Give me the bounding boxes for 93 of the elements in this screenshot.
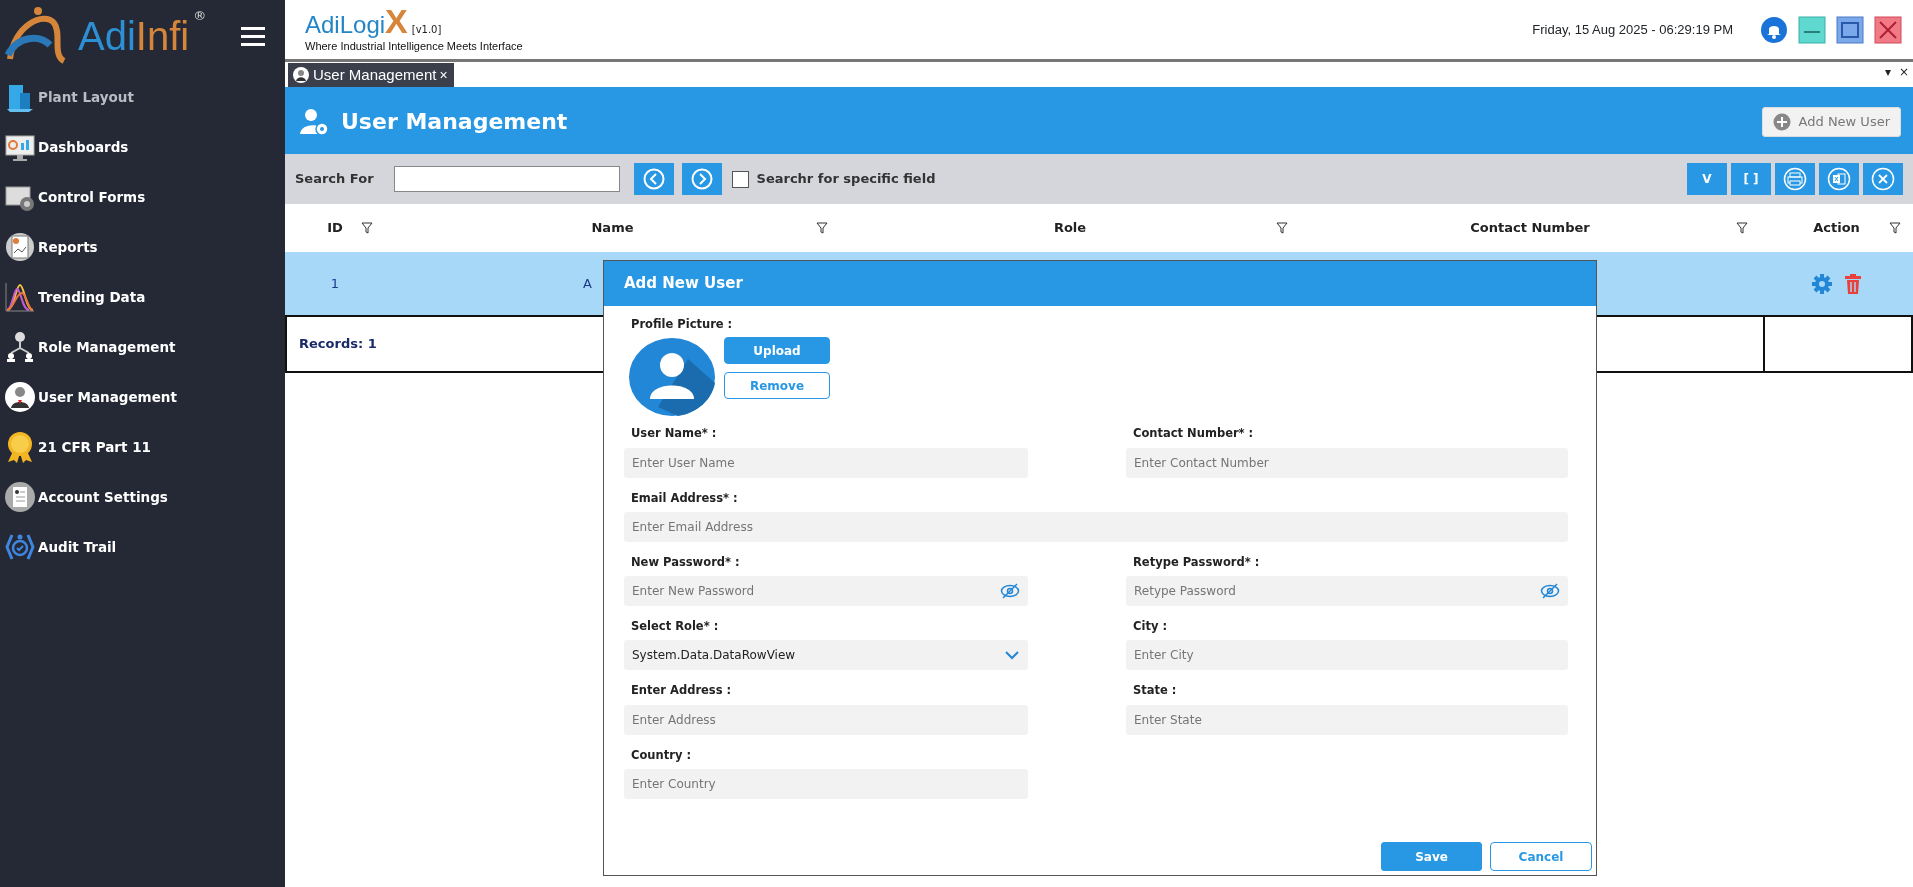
sidebar-item[interactable]: Role Management — [0, 322, 285, 372]
column-header: Action — [1813, 219, 1860, 238]
tagline: Where Industrial Intelligence Meets Interface — [305, 39, 523, 55]
filter-icon[interactable] — [816, 222, 828, 234]
menu-icon — [239, 25, 267, 47]
field-label: Enter Address : — [631, 682, 733, 700]
person-icon — [292, 66, 310, 84]
checkbox-label: Searchr for specific field — [756, 170, 936, 189]
eye-slash-icon[interactable] — [1540, 582, 1560, 600]
person-icon — [4, 381, 36, 413]
chevron-down-icon — [1004, 650, 1020, 661]
printer-icon — [1783, 167, 1807, 191]
field-label: Email Address* : — [631, 489, 739, 507]
app-name: AdiLogiX — [305, 11, 408, 39]
print-button[interactable] — [1775, 163, 1815, 195]
column-header: Name — [591, 219, 634, 238]
page-title: User Management — [341, 108, 568, 136]
filter-icon[interactable] — [1736, 222, 1748, 234]
notification-button[interactable] — [1759, 14, 1789, 45]
input-field[interactable]: Enter Contact Number — [1126, 447, 1568, 478]
field-label: Retype Password* : — [1133, 553, 1261, 571]
report-icon — [4, 231, 36, 263]
input-field[interactable]: Enter City — [1126, 640, 1568, 671]
filter-icon[interactable] — [361, 222, 373, 234]
add-new-user-button[interactable]: Add New User — [1761, 106, 1901, 137]
bell-icon — [1760, 15, 1788, 44]
maximize-icon — [1836, 15, 1864, 44]
column-header: ID — [327, 219, 343, 238]
hierarchy-icon — [4, 331, 36, 363]
field-label: New Password* : — [631, 553, 741, 571]
search-label: Search For — [295, 170, 374, 189]
filter-icon[interactable] — [1889, 222, 1901, 234]
input-field[interactable]: Enter State — [1126, 704, 1568, 735]
column-header: Contact Number — [1470, 219, 1590, 238]
minimize-button[interactable] — [1797, 14, 1827, 45]
field-label: City : — [1133, 618, 1168, 635]
input-field[interactable]: Enter Email Address — [624, 511, 1568, 542]
field-label: User Name* : — [631, 425, 718, 443]
filter-icon[interactable] — [1276, 222, 1288, 234]
input-field[interactable]: Enter User Name — [624, 447, 1028, 478]
field-label: Select Role* : — [631, 618, 720, 635]
sidebar-item[interactable]: Control Forms — [0, 172, 285, 222]
close-icon — [1871, 167, 1895, 191]
dialog-title: Add New User — [604, 261, 1596, 306]
user-gear-icon — [299, 107, 329, 136]
password-field[interactable]: Enter New Password — [624, 576, 1028, 606]
field-label: Contact Number* : — [1133, 425, 1255, 443]
sidebar-item[interactable]: Audit Trail — [0, 522, 285, 572]
table-cell-text: 1 — [329, 274, 341, 293]
menu-button[interactable] — [239, 25, 267, 47]
spreadsheet-icon — [1827, 167, 1851, 191]
dropdown-button[interactable]: ▾ — [1880, 63, 1895, 81]
close-button[interactable]: × — [1894, 63, 1913, 81]
logo-text: AdiInfi — [78, 16, 190, 56]
trash-icon[interactable] — [1842, 272, 1863, 295]
maximize-button[interactable] — [1835, 14, 1865, 45]
sidebar-item[interactable]: Account Settings — [0, 472, 285, 522]
document-icon — [4, 481, 36, 513]
field-label: Profile Picture : — [631, 316, 734, 333]
date-time: Friday, 15 Aug 2025 - 06:29:19 PM — [1532, 20, 1733, 39]
version-label: [v1.0] — [411, 24, 442, 36]
sidebar-item[interactable]: Dashboards — [0, 122, 285, 172]
input-field[interactable]: Enter Country — [624, 768, 1028, 799]
password-field[interactable]: Retype Password — [1126, 576, 1568, 606]
close-button[interactable] — [1873, 14, 1903, 45]
sidebar-item[interactable]: 21 CFR Part 11 — [0, 422, 285, 472]
registered-mark: ® — [193, 7, 207, 25]
column-header: Role — [1053, 219, 1087, 238]
sidebar-item[interactable]: Trending Data — [0, 272, 285, 322]
role-dropdown[interactable]: System.Data.DataRowView — [624, 640, 1028, 671]
tab[interactable]: User Management × — [288, 63, 454, 87]
sidebar-item[interactable]: Reports — [0, 222, 285, 272]
field-label: State : — [1133, 682, 1178, 700]
settings-icon[interactable] — [1810, 272, 1833, 295]
minimize-icon — [1798, 15, 1826, 44]
arrow-left-icon — [642, 168, 665, 190]
export-button[interactable] — [1819, 163, 1859, 195]
table-cell: A — [583, 275, 592, 291]
next-button[interactable] — [681, 163, 722, 195]
plus-icon — [1772, 112, 1791, 131]
close-button[interactable] — [1863, 163, 1903, 195]
chart-curves-icon — [4, 281, 36, 313]
eye-slash-icon[interactable] — [1000, 582, 1020, 600]
avatar-icon — [628, 337, 716, 418]
checkbox[interactable] — [731, 170, 749, 188]
input-field[interactable]: Enter Address — [624, 704, 1028, 735]
previous-button[interactable] — [633, 163, 674, 195]
close-icon — [1874, 15, 1902, 44]
field-label: Country : — [631, 746, 692, 764]
sidebar-item[interactable]: User Management — [0, 372, 285, 422]
arrow-right-icon — [690, 168, 713, 190]
tab-close-button[interactable]: × — [439, 64, 448, 86]
search-field[interactable] — [393, 166, 620, 192]
